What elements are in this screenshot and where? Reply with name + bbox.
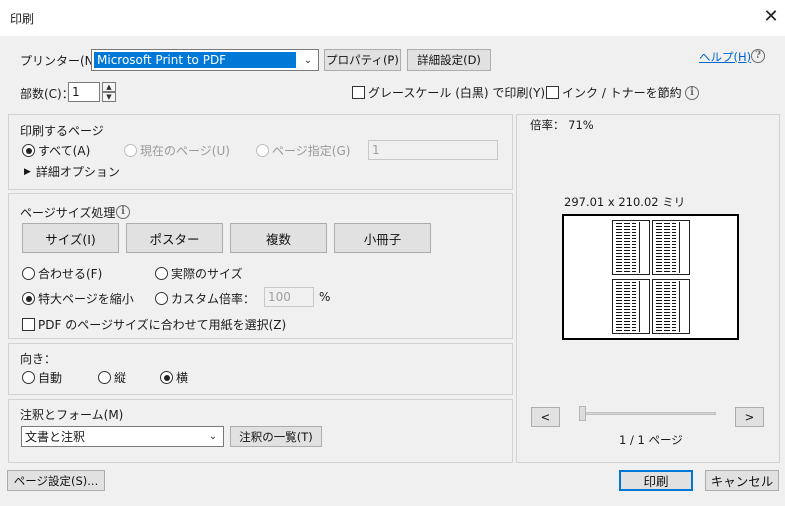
title-bar: 印刷 ✕ [0,0,785,36]
page-dimensions: 297.01 x 210.02 ミリ [564,195,686,209]
pages-all-radio[interactable]: すべて(A) [22,142,90,159]
summarize-comments-button[interactable]: 注釈の一覧(T) [230,426,322,447]
size-button[interactable]: サイズ(I) [22,223,119,253]
window-title: 印刷 [10,12,35,26]
checkbox-box [22,318,35,331]
page-setup-button[interactable]: ページ設定(S)... [7,470,105,491]
orientation-landscape-radio[interactable]: 横 [160,369,188,386]
custom-scale-radio[interactable]: カスタム倍率： [155,290,255,307]
advanced-button[interactable]: 詳細設定(D) [407,49,491,71]
shrink-oversized-radio[interactable]: 特大ページを縮小 [22,290,134,307]
orientation-portrait-label: 縦 [114,371,127,385]
pages-all-label: すべて(A) [38,144,91,158]
page-slider-thumb[interactable] [579,406,586,421]
booklet-button[interactable]: 小冊子 [334,223,431,253]
printer-selected-value: Microsoft Print to PDF [94,52,296,68]
more-options-toggle[interactable]: ▶ 詳細オプション [24,163,120,180]
chevron-down-icon: ⌄ [303,54,313,66]
copies-decrement-icon[interactable]: ▼ [102,92,116,102]
fit-label: 合わせる(F) [38,267,103,281]
copies-input[interactable]: 1 [68,82,100,102]
radio-dot [22,144,35,157]
checkbox-box [352,86,365,99]
pages-specify-radio[interactable]: ページ指定(G) [256,142,350,159]
actual-size-radio[interactable]: 実際のサイズ [155,265,243,282]
cancel-button[interactable]: キャンセル [705,470,779,491]
radio-dot [124,144,137,157]
orientation-heading: 向き： [20,352,57,366]
pages-current-radio[interactable]: 現在のページ(U) [124,142,230,159]
preview-thumbnail [612,220,650,275]
orientation-auto-label: 自動 [38,371,63,385]
preview-page [562,214,739,340]
radio-dot [155,292,168,305]
grayscale-checkbox[interactable]: グレースケール (白黒) で印刷(Y) [352,84,545,101]
poster-button[interactable]: ポスター [126,223,223,253]
preview-thumbnail [652,279,690,334]
zoom-label: 倍率： 71% [530,118,594,132]
shrink-oversized-label: 特大ページを縮小 [38,292,134,306]
help-link[interactable]: ヘルプ(H) [699,49,751,65]
custom-scale-input[interactable]: 100 [264,287,314,307]
save-ink-label: インク / トナーを節約 [562,86,682,100]
question-icon[interactable]: ? [751,49,765,63]
orientation-landscape-label: 横 [176,371,189,385]
more-options-label: 詳細オプション [35,165,120,179]
radio-dot [22,267,35,280]
info-icon[interactable]: i [116,205,130,219]
page-slider-track[interactable] [580,412,716,415]
radio-dot [22,292,35,305]
save-ink-checkbox[interactable]: インク / トナーを節約 [546,84,682,101]
grayscale-label: グレースケール (白黒) で印刷(Y) [368,86,546,100]
orientation-portrait-radio[interactable]: 縦 [98,369,126,386]
orientation-auto-radio[interactable]: 自動 [22,369,62,386]
radio-dot [256,144,269,157]
multiple-button[interactable]: 複数 [230,223,327,253]
custom-scale-label: カスタム倍率： [171,292,256,306]
orientation-panel [8,343,513,395]
copies-increment-icon[interactable]: ▲ [102,82,116,92]
radio-dot [22,371,35,384]
comments-forms-heading: 注釈とフォーム(M) [20,408,124,422]
properties-button[interactable]: プロパティ(P) [324,49,401,71]
triangle-right-icon: ▶ [24,166,31,177]
comments-forms-select[interactable]: 文書と注釈 ⌄ [21,426,224,447]
fit-radio[interactable]: 合わせる(F) [22,265,102,282]
actual-size-label: 実際のサイズ [171,267,243,281]
pdf-paper-size-label: PDF のページサイズに合わせて用紙を選択(Z) [38,318,287,332]
preview-thumbnail [612,279,650,334]
page-range-input[interactable]: 1 [368,140,498,160]
printer-select[interactable]: Microsoft Print to PDF ⌄ [91,49,319,71]
pages-to-print-heading: 印刷するページ [20,124,104,138]
close-icon[interactable]: ✕ [760,5,782,29]
next-page-button[interactable]: > [735,407,764,427]
radio-dot [155,267,168,280]
pdf-paper-size-checkbox[interactable]: PDF のページサイズに合わせて用紙を選択(Z) [22,316,286,333]
page-indicator: 1 / 1 ページ [619,433,683,447]
copies-label: 部数(C)： [20,87,74,101]
radio-dot [98,371,111,384]
comments-forms-value: 文書と注釈 [25,430,86,444]
chevron-down-icon: ⌄ [208,431,218,442]
percent-label: % [319,290,331,304]
radio-dot [160,371,173,384]
page-sizing-heading: ページサイズ処理 [20,206,116,220]
preview-thumbnail [652,220,690,275]
pages-current-label: 現在のページ(U) [140,144,230,158]
previous-page-button[interactable]: < [531,407,560,427]
pages-specify-label: ページ指定(G) [272,144,351,158]
info-icon[interactable]: i [685,86,699,100]
print-button[interactable]: 印刷 [619,470,693,491]
checkbox-box [546,86,559,99]
